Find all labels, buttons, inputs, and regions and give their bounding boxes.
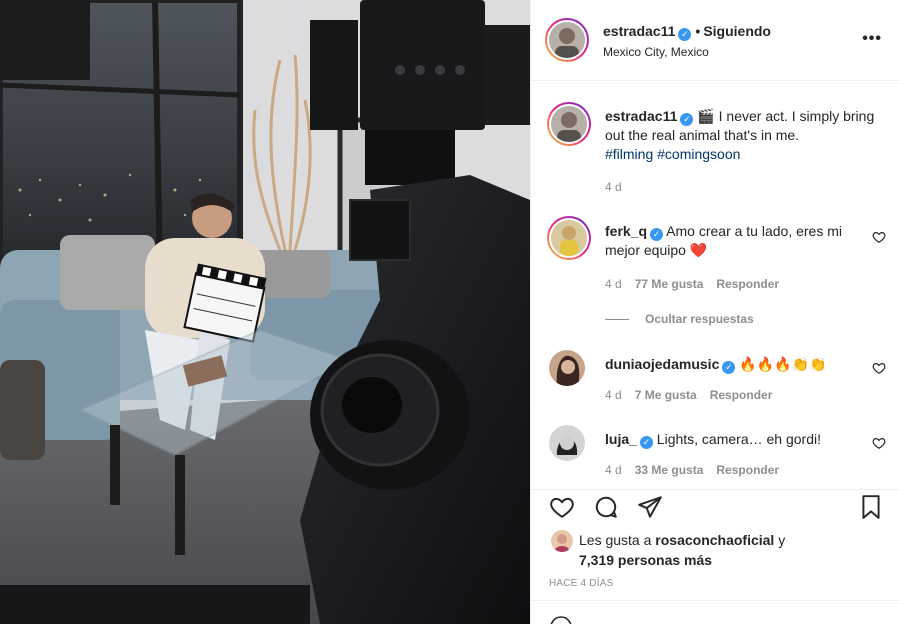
like-comment-heart-icon[interactable]: [872, 436, 886, 450]
reply-text: luja_ ✓ Lights, camera… eh gordi!: [605, 430, 875, 449]
commenter-avatar[interactable]: [549, 350, 585, 386]
post-location[interactable]: Mexico City, Mexico: [603, 45, 709, 59]
hashtag-filming[interactable]: #filming: [605, 146, 653, 162]
caption-emoji: 🎬: [697, 108, 715, 124]
comment-time[interactable]: 4 d: [605, 463, 622, 477]
comment-username[interactable]: ferk_q: [605, 223, 647, 239]
comment-time[interactable]: 4 d: [605, 388, 622, 402]
like-comment-heart-icon[interactable]: [872, 361, 886, 375]
like-heart-icon[interactable]: [549, 494, 575, 520]
studio-scene-image: [0, 0, 530, 624]
reply-text: duniaojedamusic ✓ 🔥🔥🔥👏👏: [605, 355, 875, 374]
likes-prefix: Les gusta a: [579, 532, 652, 548]
verified-badge-icon: ✓: [639, 436, 653, 449]
comments-list[interactable]: estradac11 ✓ 🎬 I never act. I simply brin…: [531, 82, 899, 490]
likes-connector: y: [778, 532, 786, 548]
comment-text: ferk_q ✓ Amo crear a tu lado, eres mi mej…: [605, 222, 855, 260]
comment-likes[interactable]: 33 Me gusta: [635, 463, 704, 477]
verified-badge-icon: ✓: [678, 28, 692, 41]
save-bookmark-icon[interactable]: [858, 494, 884, 520]
commenter-avatar[interactable]: [549, 425, 585, 461]
hide-replies-line: [605, 319, 629, 321]
author-avatar[interactable]: [545, 18, 589, 62]
caption-text: estradac11 ✓ 🎬 I never act. I simply brin…: [605, 107, 875, 164]
comment-meta: 4 d 7 Me gusta Responder: [605, 388, 772, 402]
post-actions: Les gusta a rosaconchaoficial y 7,319 pe…: [531, 489, 899, 624]
caption-avatar[interactable]: [547, 102, 591, 146]
comment-username[interactable]: duniaojedamusic: [605, 356, 719, 372]
liker-username[interactable]: rosaconchaoficial: [655, 532, 774, 548]
following-button[interactable]: Siguiendo: [703, 23, 771, 39]
likes-count-link[interactable]: 7,319 personas más: [579, 552, 712, 568]
caption-username[interactable]: estradac11: [605, 108, 677, 124]
hashtag-comingsoon[interactable]: #comingsoon: [657, 146, 740, 162]
reply-button[interactable]: Responder: [716, 463, 779, 477]
hide-replies-label: Ocultar respuestas: [645, 312, 754, 326]
post-side-panel: estradac11 ✓ • Siguiendo Mexico City, Mexic…: [530, 0, 899, 624]
follow-separator: •: [695, 23, 701, 39]
verified-badge-icon: ✓: [722, 361, 736, 374]
comment-meta: 4 d 33 Me gusta Responder: [605, 463, 779, 477]
comment-username[interactable]: luja_: [605, 431, 637, 447]
post-photo[interactable]: [0, 0, 530, 624]
emoji-smiley-icon[interactable]: [549, 615, 573, 624]
comment-emoji: ❤️: [689, 242, 708, 258]
liker-avatar[interactable]: [551, 530, 573, 552]
comment-likes[interactable]: 7 Me gusta: [635, 388, 697, 402]
commenter-avatar[interactable]: [547, 216, 591, 260]
more-options-icon[interactable]: •••: [862, 30, 882, 48]
likes-summary: Les gusta a rosaconchaoficial y 7,319 pe…: [579, 530, 785, 570]
hide-replies-button[interactable]: Ocultar respuestas: [605, 312, 754, 326]
comment-body: Lights, camera… eh gordi!: [656, 431, 821, 447]
verified-badge-icon: ✓: [650, 228, 664, 241]
like-comment-heart-icon[interactable]: [872, 230, 886, 244]
post-time-ago[interactable]: HACE 4 DÍAS: [549, 578, 613, 589]
caption-time[interactable]: 4 d: [605, 180, 622, 194]
reply-button[interactable]: Responder: [710, 388, 773, 402]
author-username[interactable]: estradac11: [603, 23, 675, 39]
comment-meta: 4 d 77 Me gusta Responder: [605, 277, 779, 291]
verified-badge-icon: ✓: [680, 113, 694, 126]
comment-emoji: 🔥🔥🔥👏👏: [739, 356, 827, 372]
comment-time[interactable]: 4 d: [605, 277, 622, 291]
share-paper-plane-icon[interactable]: [637, 494, 663, 520]
post-header: estradac11 ✓ • Siguiendo Mexico City, Mexic…: [531, 0, 899, 81]
add-comment-bar[interactable]: [531, 600, 899, 624]
comment-bubble-icon[interactable]: [593, 494, 619, 520]
comment-likes[interactable]: 77 Me gusta: [635, 277, 704, 291]
reply-button[interactable]: Responder: [716, 277, 779, 291]
author-line: estradac11 ✓ • Siguiendo: [603, 23, 771, 41]
